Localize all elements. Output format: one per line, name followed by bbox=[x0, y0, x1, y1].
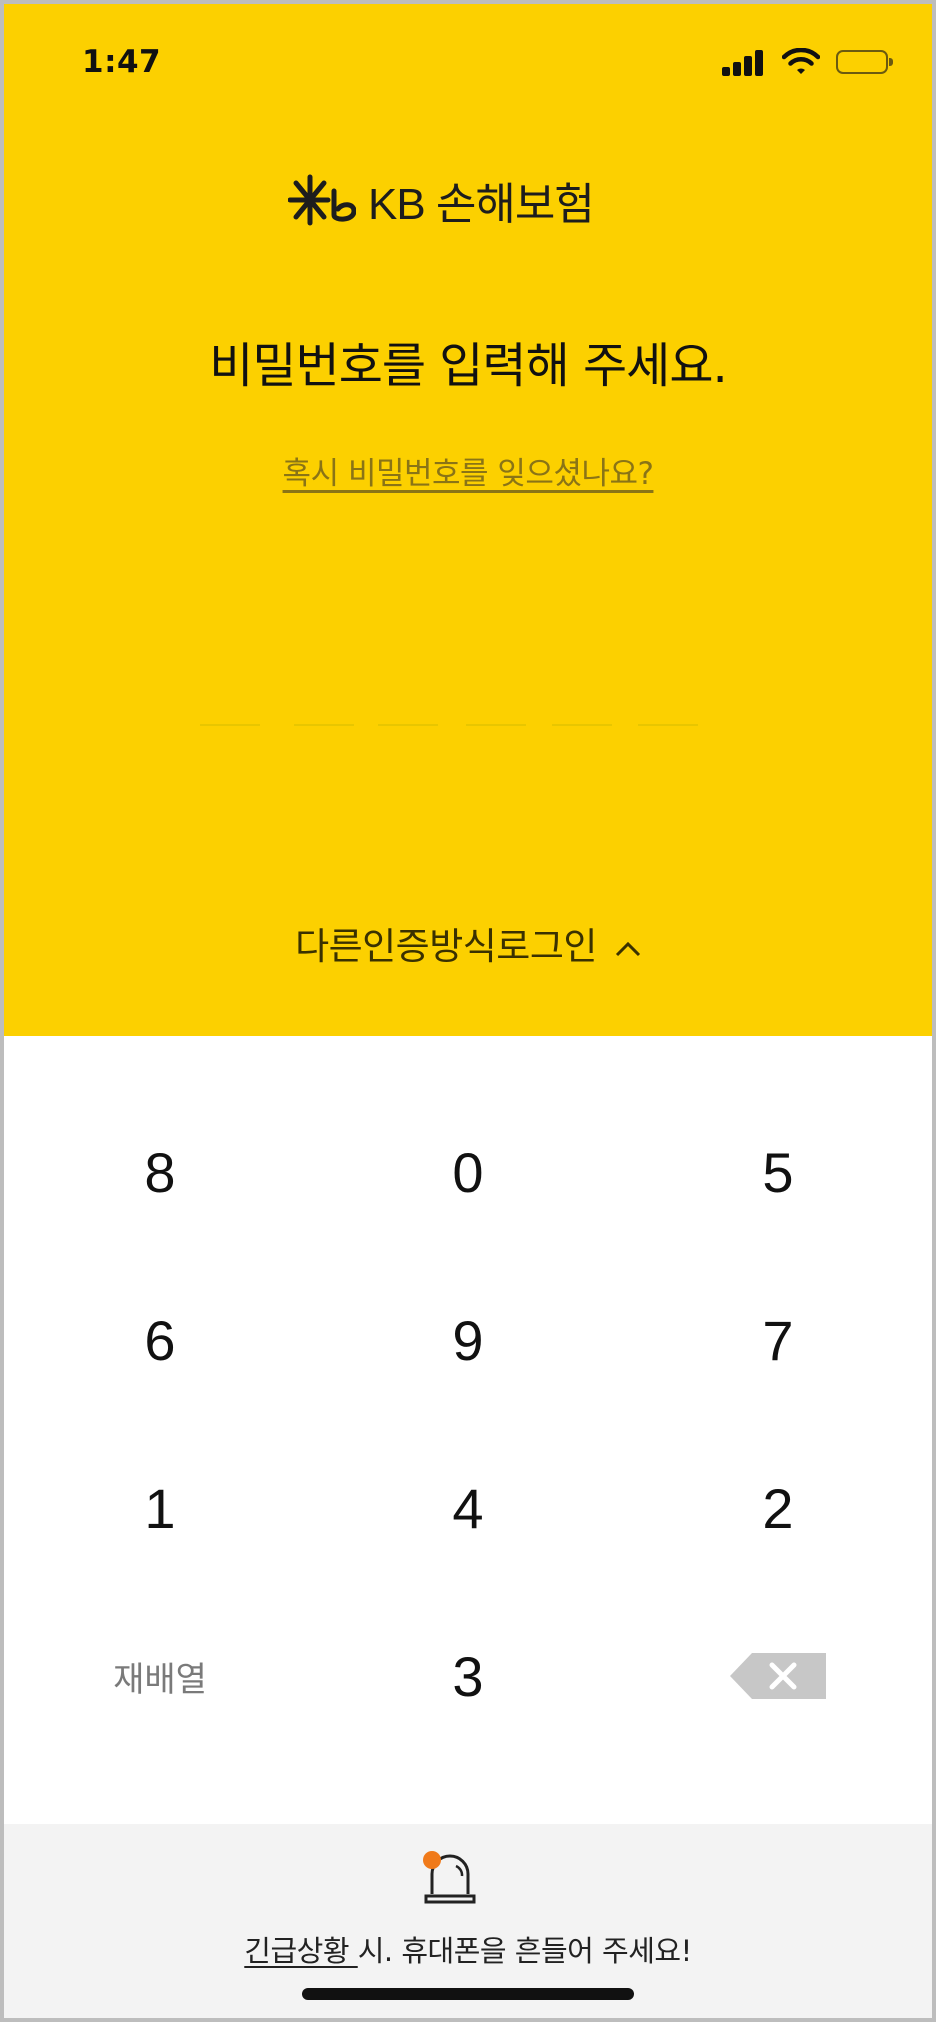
keypad-key[interactable]: 9 bbox=[368, 1280, 568, 1400]
keypad-key[interactable]: 5 bbox=[678, 1112, 878, 1232]
pin-slot bbox=[466, 724, 526, 726]
kb-logo: KB 손해보험 bbox=[288, 168, 595, 232]
page-title: 비밀번호를 입력해 주세요. bbox=[209, 338, 728, 394]
shuffle-keys-button[interactable]: 재배열 bbox=[60, 1616, 260, 1736]
other-login-toggle[interactable]: 다른인증방식로그인 bbox=[4, 916, 932, 970]
emergency-link[interactable]: 긴급상황 bbox=[244, 1934, 357, 1968]
keypad-key[interactable]: 4 bbox=[368, 1448, 568, 1568]
signal-icon bbox=[722, 50, 766, 76]
number-keypad: 8 0 5 6 9 7 1 4 2 재배열 3 bbox=[4, 1036, 932, 1824]
pin-slot bbox=[200, 724, 260, 726]
pin-indicator bbox=[4, 724, 932, 728]
keypad-key[interactable]: 7 bbox=[678, 1280, 878, 1400]
logo-text: KB 손해보험 bbox=[368, 180, 595, 229]
emergency-bar: 긴급상황 시. 휴대폰을 흔들어 주세요! bbox=[4, 1824, 932, 2018]
keypad-key[interactable]: 3 bbox=[368, 1616, 568, 1736]
auth-header-area: 1:47 KB 손해보험 비밀번호를 입력해 주세요. 혹시 비밀번호를 잊으셨… bbox=[4, 4, 932, 1036]
keypad-key[interactable]: 8 bbox=[60, 1112, 260, 1232]
forgot-password-link[interactable]: 혹시 비밀번호를 잊으셨나요? bbox=[4, 448, 932, 493]
pin-slot bbox=[294, 724, 354, 726]
pin-slot bbox=[552, 724, 612, 726]
keypad-key[interactable]: 0 bbox=[368, 1112, 568, 1232]
home-indicator bbox=[302, 1988, 634, 2000]
status-time: 1:47 bbox=[82, 44, 162, 80]
backspace-button[interactable] bbox=[678, 1616, 878, 1736]
kb-star-icon bbox=[288, 174, 356, 226]
emergency-notice: 긴급상황 시. 휴대폰을 흔들어 주세요! bbox=[4, 1928, 932, 1970]
siren-icon bbox=[423, 1851, 476, 1904]
keypad-key[interactable]: 1 bbox=[60, 1448, 260, 1568]
battery-icon bbox=[836, 50, 893, 74]
wifi-icon bbox=[782, 48, 820, 74]
backspace-icon bbox=[730, 1653, 826, 1699]
other-login-label: 다른인증방식로그인 bbox=[295, 925, 597, 968]
keypad-key[interactable]: 6 bbox=[60, 1280, 260, 1400]
chevron-up-icon bbox=[615, 941, 640, 956]
pin-slot bbox=[638, 724, 698, 726]
keypad-key[interactable]: 2 bbox=[678, 1448, 878, 1568]
pin-slot bbox=[378, 724, 438, 726]
emergency-text: 시. 휴대폰을 흔들어 주세요! bbox=[357, 1934, 692, 1968]
app-frame: 1:47 KB 손해보험 비밀번호를 입력해 주세요. 혹시 비밀번호를 잊으셨… bbox=[0, 0, 936, 2022]
